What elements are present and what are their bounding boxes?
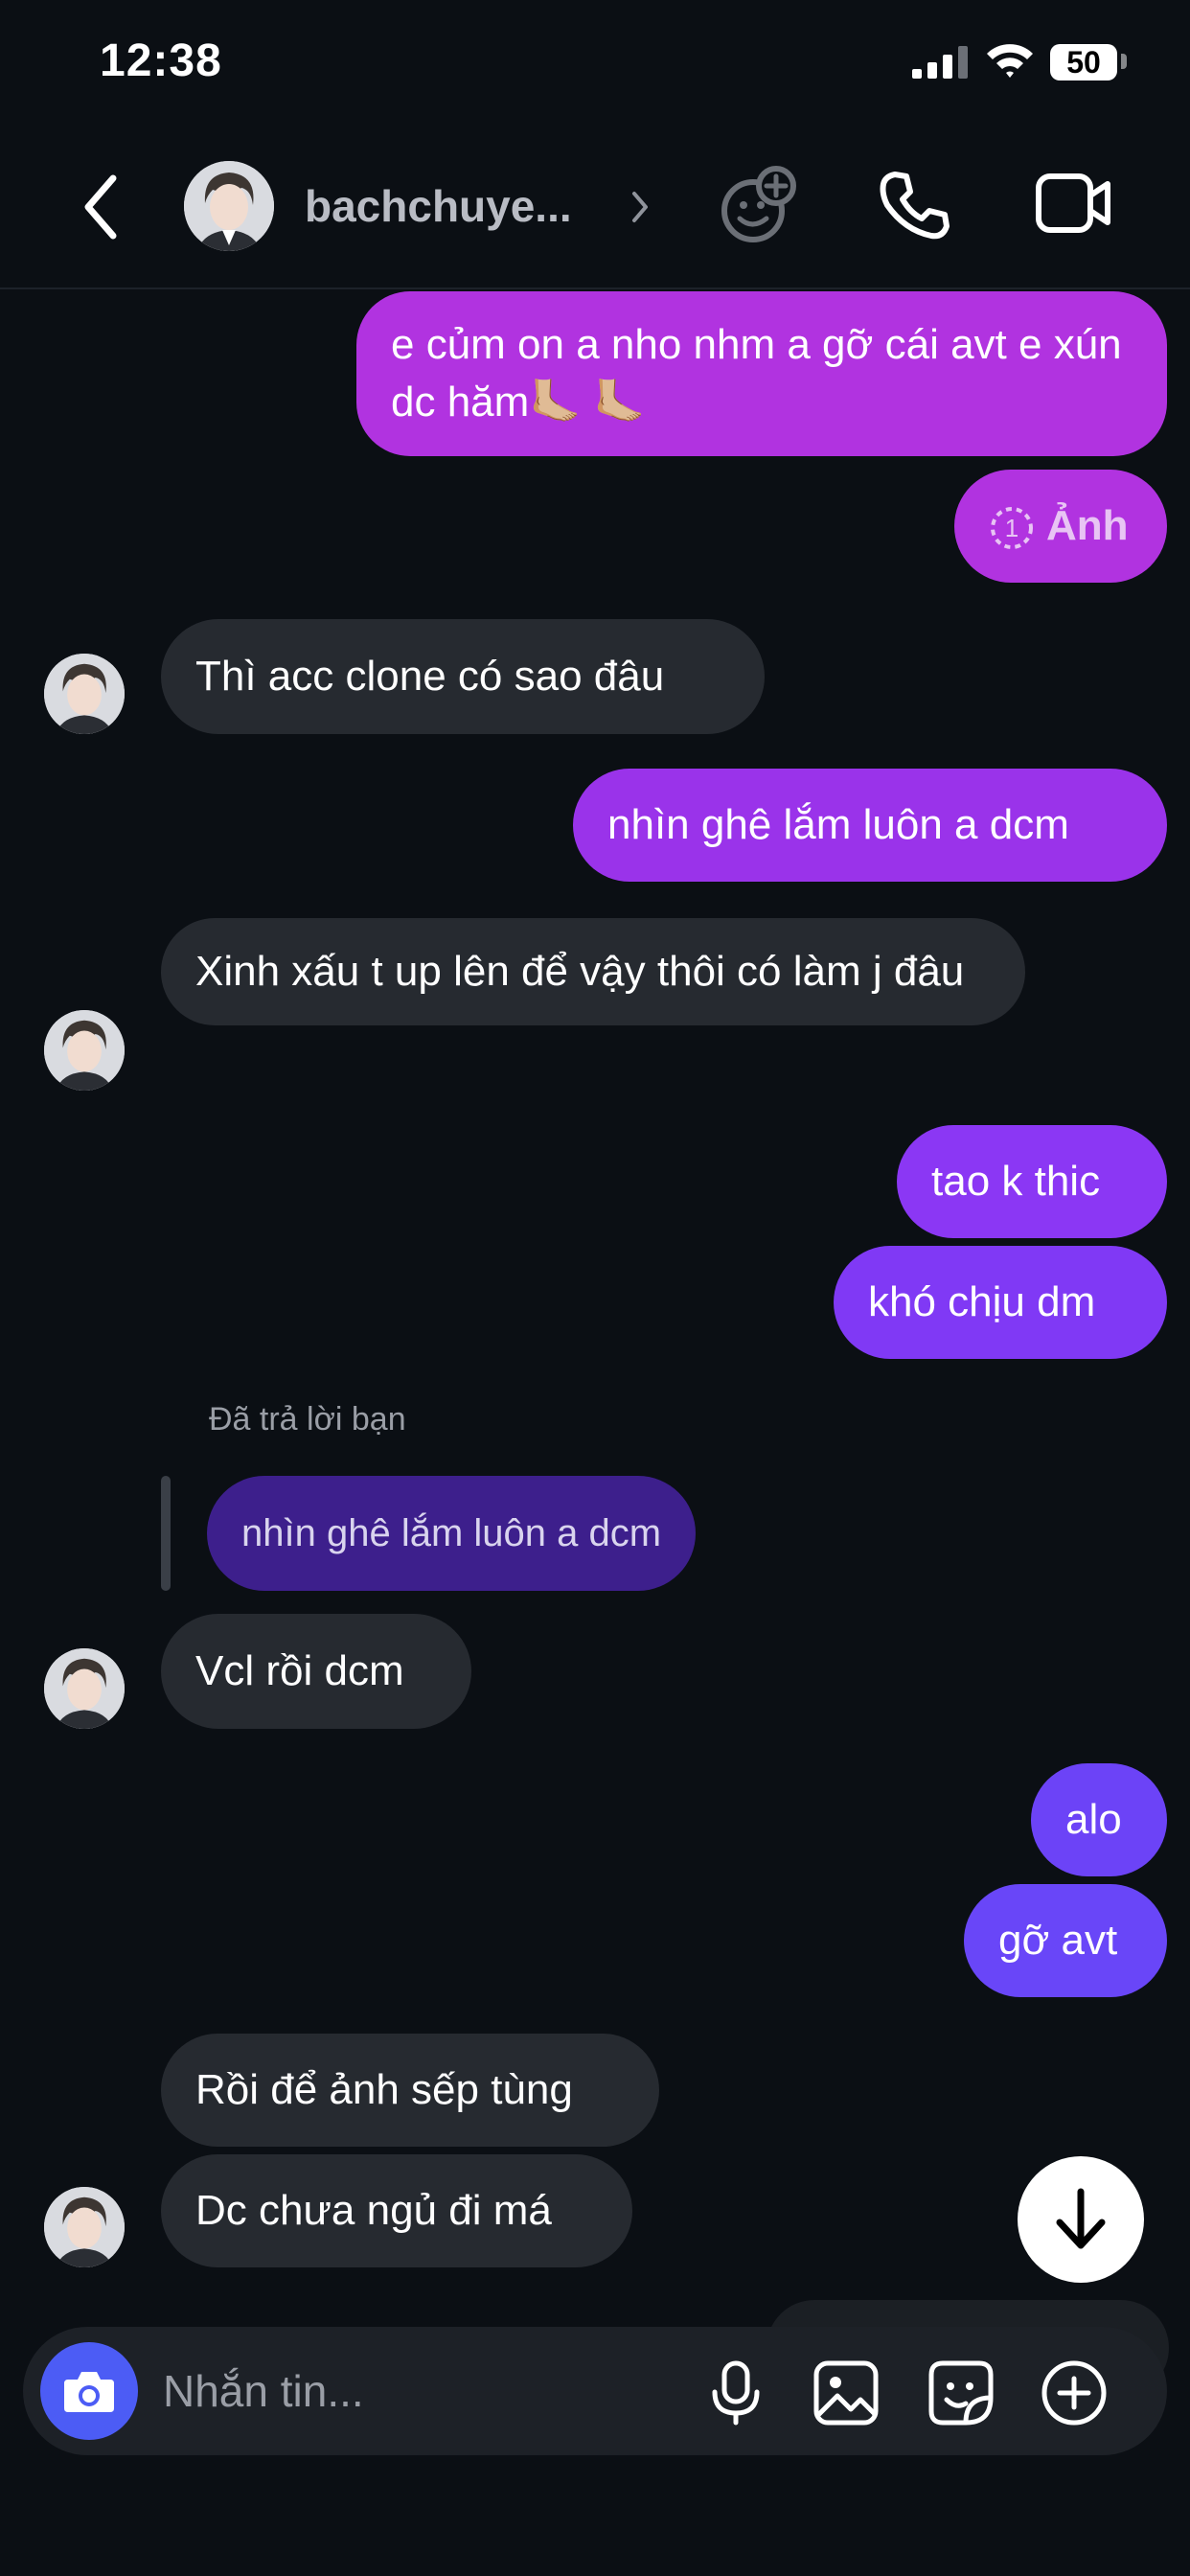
avatar-portrait (184, 161, 274, 251)
avatar-portrait (44, 2187, 125, 2267)
photo-label: Ảnh (1046, 502, 1129, 549)
avatar-portrait (44, 654, 125, 734)
message-incoming[interactable]: Xinh xấu t up lên để vậy thôi có làm j đ… (161, 918, 1025, 1025)
reply-label: Đã trả lời bạn (209, 1401, 406, 1438)
avatar-portrait (44, 1010, 125, 1091)
message-outgoing[interactable]: gỡ avt (964, 1884, 1167, 1997)
camera-button[interactable] (40, 2342, 138, 2440)
plus-circle-icon[interactable] (1041, 2359, 1108, 2426)
phone-icon[interactable] (878, 169, 950, 242)
message-incoming[interactable]: Dc chưa ngủ đi má (161, 2154, 632, 2267)
microphone-icon[interactable] (707, 2359, 765, 2426)
status-time: 12:38 (100, 35, 222, 86)
wifi-icon (987, 44, 1033, 78)
scroll-to-bottom-button[interactable] (1018, 2156, 1144, 2283)
reply-quoted-message[interactable]: nhìn ghê lắm luôn a dcm (207, 1476, 697, 1591)
chat-username[interactable]: bachchuye... (305, 180, 572, 232)
message-outgoing[interactable]: khó chịu dm (834, 1246, 1167, 1359)
message-outgoing-photo[interactable]: 1 Ảnh (954, 470, 1167, 583)
message-outgoing[interactable]: nhìn ghê lắm luôn a dcm (573, 769, 1167, 882)
battery-indicator: 50 (1050, 44, 1117, 80)
message-outgoing[interactable]: e củm on a nho nhm a gỡ cái avt e xún dc… (356, 291, 1167, 456)
video-camera-icon[interactable] (1035, 171, 1111, 236)
chevron-left-icon[interactable] (79, 172, 125, 242)
camera-icon (64, 2372, 114, 2412)
view-once-count: 1 (1005, 514, 1018, 542)
avatar[interactable] (44, 654, 125, 734)
avatar[interactable] (184, 161, 274, 251)
chat-header (0, 134, 1190, 289)
avatar-portrait (44, 1648, 125, 1729)
message-outgoing[interactable]: tao k thic (897, 1125, 1167, 1238)
face-plus-icon[interactable] (721, 165, 797, 245)
view-once-icon: 1 (991, 507, 1033, 550)
status-bar: 12:38 50 (0, 0, 1190, 134)
message-input[interactable] (161, 2359, 663, 2423)
signal-icon (912, 46, 968, 79)
battery-tip (1121, 54, 1127, 69)
message-incoming[interactable]: Thì acc clone có sao đâu (161, 619, 765, 734)
reply-bar (161, 1476, 171, 1591)
message-outgoing[interactable]: alo (1031, 1763, 1167, 1876)
arrow-down-icon (1056, 2188, 1106, 2249)
message-incoming[interactable]: Vcl rồi dcm (161, 1614, 471, 1729)
sticker-icon[interactable] (927, 2359, 995, 2426)
message-incoming[interactable]: Rồi để ảnh sếp tùng (161, 2034, 659, 2147)
avatar[interactable] (44, 2187, 125, 2267)
image-icon[interactable] (812, 2359, 880, 2426)
chevron-right-icon[interactable] (629, 188, 652, 226)
avatar[interactable] (44, 1648, 125, 1729)
avatar[interactable] (44, 1010, 125, 1091)
